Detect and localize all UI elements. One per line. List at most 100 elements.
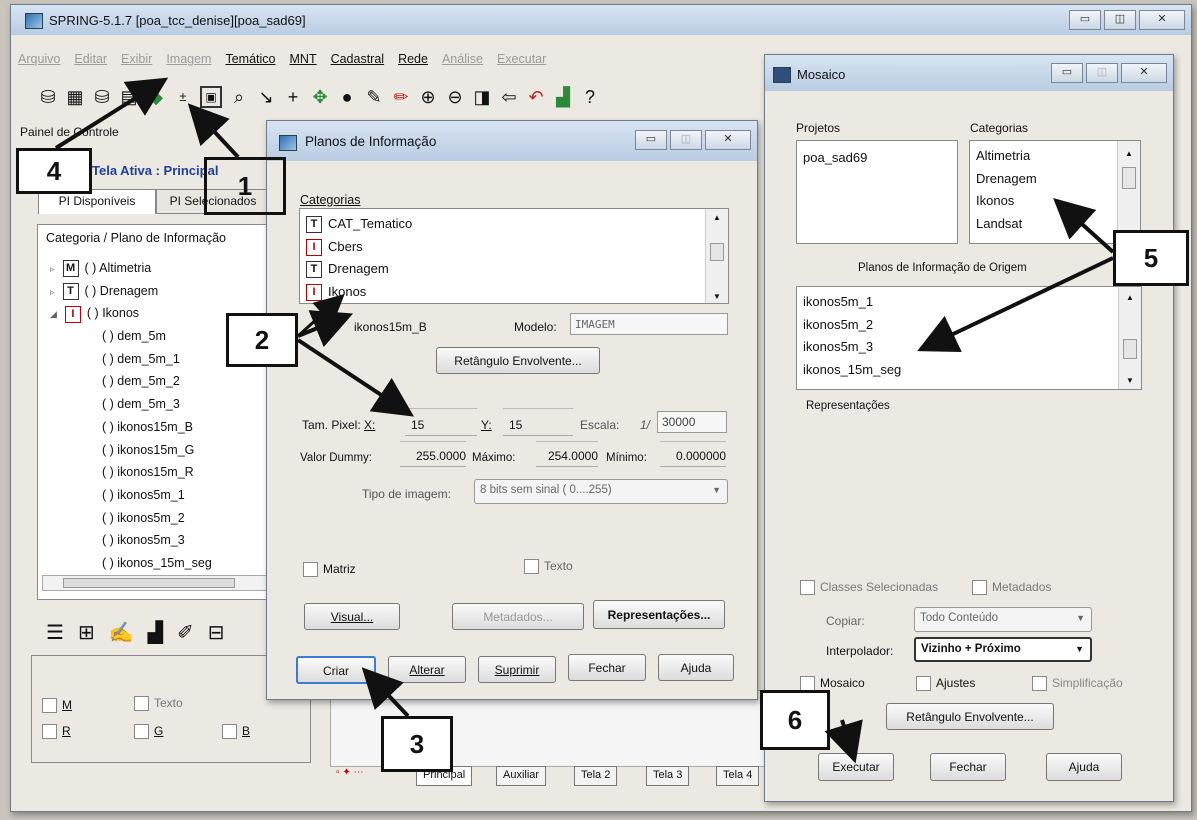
mosaico-close-button[interactable]: ✕ (1121, 63, 1167, 83)
mosaico-minimize-button[interactable]: ▭ (1051, 63, 1083, 83)
tree-item[interactable]: ( ) ikonos5m_2 (46, 507, 270, 530)
layer-icon[interactable]: ◆ (146, 87, 166, 107)
mosaico-categorias-scrollbar[interactable]: ▲ (1117, 141, 1140, 243)
menu-arquivo[interactable]: Arquivo (18, 52, 60, 74)
menu-editar[interactable]: Editar (74, 52, 107, 74)
categoria-item[interactable]: Altimetria (976, 145, 1037, 168)
tree-item[interactable]: ( ) dem_5m_3 (46, 393, 270, 416)
grid-icon[interactable]: ▦ (65, 87, 85, 107)
screen-tab[interactable]: Auxiliar (496, 766, 547, 786)
matriz-checkbox[interactable] (303, 562, 318, 578)
plus-icon[interactable]: + (283, 87, 303, 107)
planos-ajuda-button[interactable]: Ajuda (658, 654, 734, 681)
criar-button[interactable]: Criar (296, 656, 376, 684)
projetos-list[interactable]: poa_sad69 (796, 140, 958, 244)
scroll-down-icon[interactable]: ▼ (1126, 376, 1134, 385)
search-icon[interactable]: ⌕ (229, 87, 249, 107)
cursor-icon[interactable]: ↘ (256, 87, 276, 107)
mosaico-bbox-button[interactable]: Retângulo Envolvente... (886, 703, 1054, 730)
check-r[interactable] (42, 724, 57, 740)
table-icon[interactable]: ▤ (119, 87, 139, 107)
pencil-icon[interactable]: ✐ (177, 620, 194, 645)
scroll-up-icon[interactable]: ▲ (713, 213, 721, 222)
tree-item[interactable]: ( ) ikonos15m_B (46, 416, 270, 439)
tree-item[interactable]: ▹ M ( ) Altimetria (46, 257, 270, 280)
origem-item[interactable]: ikonos5m_3 (803, 336, 901, 359)
categoria-item[interactable]: Ikonos (976, 190, 1037, 213)
planos-name-value[interactable]: ikonos15m_B (354, 320, 427, 334)
pixel-x-field[interactable]: 15 (405, 408, 477, 436)
interpolador-select[interactable]: Vizinho + Próximo ▼ (914, 637, 1092, 662)
origem-item[interactable]: ikonos_15m_seg (803, 359, 901, 382)
tipo-imagem-select[interactable]: 8 bits sem sinal ( 0....255) ▼ (474, 479, 728, 504)
screen-tab[interactable]: Tela 3 (646, 766, 690, 786)
planos-maximize-button[interactable]: ◫ (670, 130, 702, 150)
mosaico-categorias-list[interactable]: Altimetria Drenagem Ikonos Landsat ▲ (969, 140, 1141, 244)
origem-scrollbar[interactable]: ▲ ▼ (1118, 287, 1141, 389)
metadados-button[interactable]: Metadados... (452, 603, 584, 630)
pixel-y-field[interactable]: 15 (503, 408, 573, 436)
planos-categories-list[interactable]: T CAT_Tematico I Cbers T Drenagem I Ikonos ▲ ▼ (299, 208, 729, 304)
tree-item[interactable]: ( ) dem_5m_2 (46, 370, 270, 393)
maximize-button[interactable]: ◫ (1104, 10, 1136, 30)
tree-item[interactable]: ( ) ikonos5m_3 (46, 529, 270, 552)
tree-hscroll-thumb[interactable] (63, 578, 235, 588)
edit-style-icon[interactable]: ✍ (109, 620, 134, 645)
copiar-select[interactable]: Todo Conteúdo ▼ (914, 607, 1092, 632)
zoom-out-icon[interactable]: ⊖ (445, 87, 465, 107)
expand-icon[interactable]: ▹ (50, 264, 55, 274)
palette-icon[interactable]: ▟ (553, 87, 573, 107)
suprimir-button[interactable]: Suprimir (478, 656, 556, 683)
planos-minimize-button[interactable]: ▭ (635, 130, 667, 150)
tree-hscroll[interactable] (42, 575, 268, 591)
categoria-item[interactable]: Landsat (976, 213, 1037, 236)
info-icon[interactable]: ● (337, 87, 357, 107)
menu-imagem[interactable]: Imagem (166, 52, 211, 74)
menu-cadastral[interactable]: Cadastral (331, 52, 385, 74)
origem-thumb[interactable] (1123, 339, 1137, 359)
category-item[interactable]: T Drenagem (306, 258, 412, 281)
scroll-up-icon[interactable]: ▲ (1125, 149, 1133, 158)
planos-close-button[interactable]: ✕ (705, 130, 751, 150)
menu-exibir[interactable]: Exibir (121, 52, 152, 74)
menu-executar[interactable]: Executar (497, 52, 546, 74)
table-view-icon[interactable]: ⊞ (78, 620, 95, 645)
classes-checkbox[interactable] (800, 580, 815, 596)
menu-mnt[interactable]: MNT (290, 52, 317, 74)
category-item[interactable]: I Cbers (306, 236, 412, 259)
planos-categories-scrollbar[interactable]: ▲ ▼ (705, 209, 728, 303)
check-g[interactable] (134, 724, 149, 740)
close-button[interactable]: ✕ (1139, 10, 1185, 30)
menu-temático[interactable]: Temático (225, 52, 275, 74)
legend-icon[interactable]: ☰ (46, 620, 64, 645)
projeto-item[interactable]: poa_sad69 (803, 147, 867, 170)
check-b[interactable] (222, 724, 237, 740)
executar-button[interactable]: Executar (818, 753, 894, 781)
check-texto[interactable] (134, 696, 149, 712)
tree-item[interactable]: ( ) ikonos15m_G (46, 439, 270, 462)
tree-item[interactable]: ( ) ikonos5m_1 (46, 484, 270, 507)
window-icon[interactable]: ⊟ (208, 620, 225, 645)
pan-icon[interactable]: ✥ (310, 87, 330, 107)
screen-tab[interactable]: Tela 4 (716, 766, 760, 786)
tree-item[interactable]: ▹ T ( ) Drenagem (46, 280, 270, 303)
zoom-in-icon[interactable]: ⊕ (418, 87, 438, 107)
visual-button[interactable]: Visual... (304, 603, 400, 630)
scroll-up-icon[interactable]: ▲ (1126, 293, 1134, 302)
screen-tab[interactable]: Tela 2 (574, 766, 618, 786)
alterar-button[interactable]: Alterar (388, 656, 466, 683)
expand-icon[interactable]: ▹ (50, 287, 55, 297)
menu-análise[interactable]: Análise (442, 52, 483, 74)
help-icon[interactable]: ? (580, 87, 600, 107)
expand-icon[interactable]: ◢ (50, 309, 57, 319)
zoom-area-icon[interactable]: ◨ (472, 87, 492, 107)
minimize-button[interactable]: ▭ (1069, 10, 1101, 30)
plus-minus-icon[interactable]: ± (173, 87, 193, 107)
categoria-item[interactable]: Drenagem (976, 168, 1037, 191)
origem-list[interactable]: ikonos5m_1 ikonos5m_2 ikonos5m_3 ikonos_15m… (796, 286, 1142, 390)
mosaico-maximize-button[interactable]: ◫ (1086, 63, 1118, 83)
scroll-down-icon[interactable]: ▼ (713, 292, 721, 301)
dummy-field[interactable]: 255.0000 (400, 441, 466, 467)
simplificacao-checkbox[interactable] (1032, 676, 1047, 692)
escala-field[interactable]: 30000 (657, 411, 727, 433)
